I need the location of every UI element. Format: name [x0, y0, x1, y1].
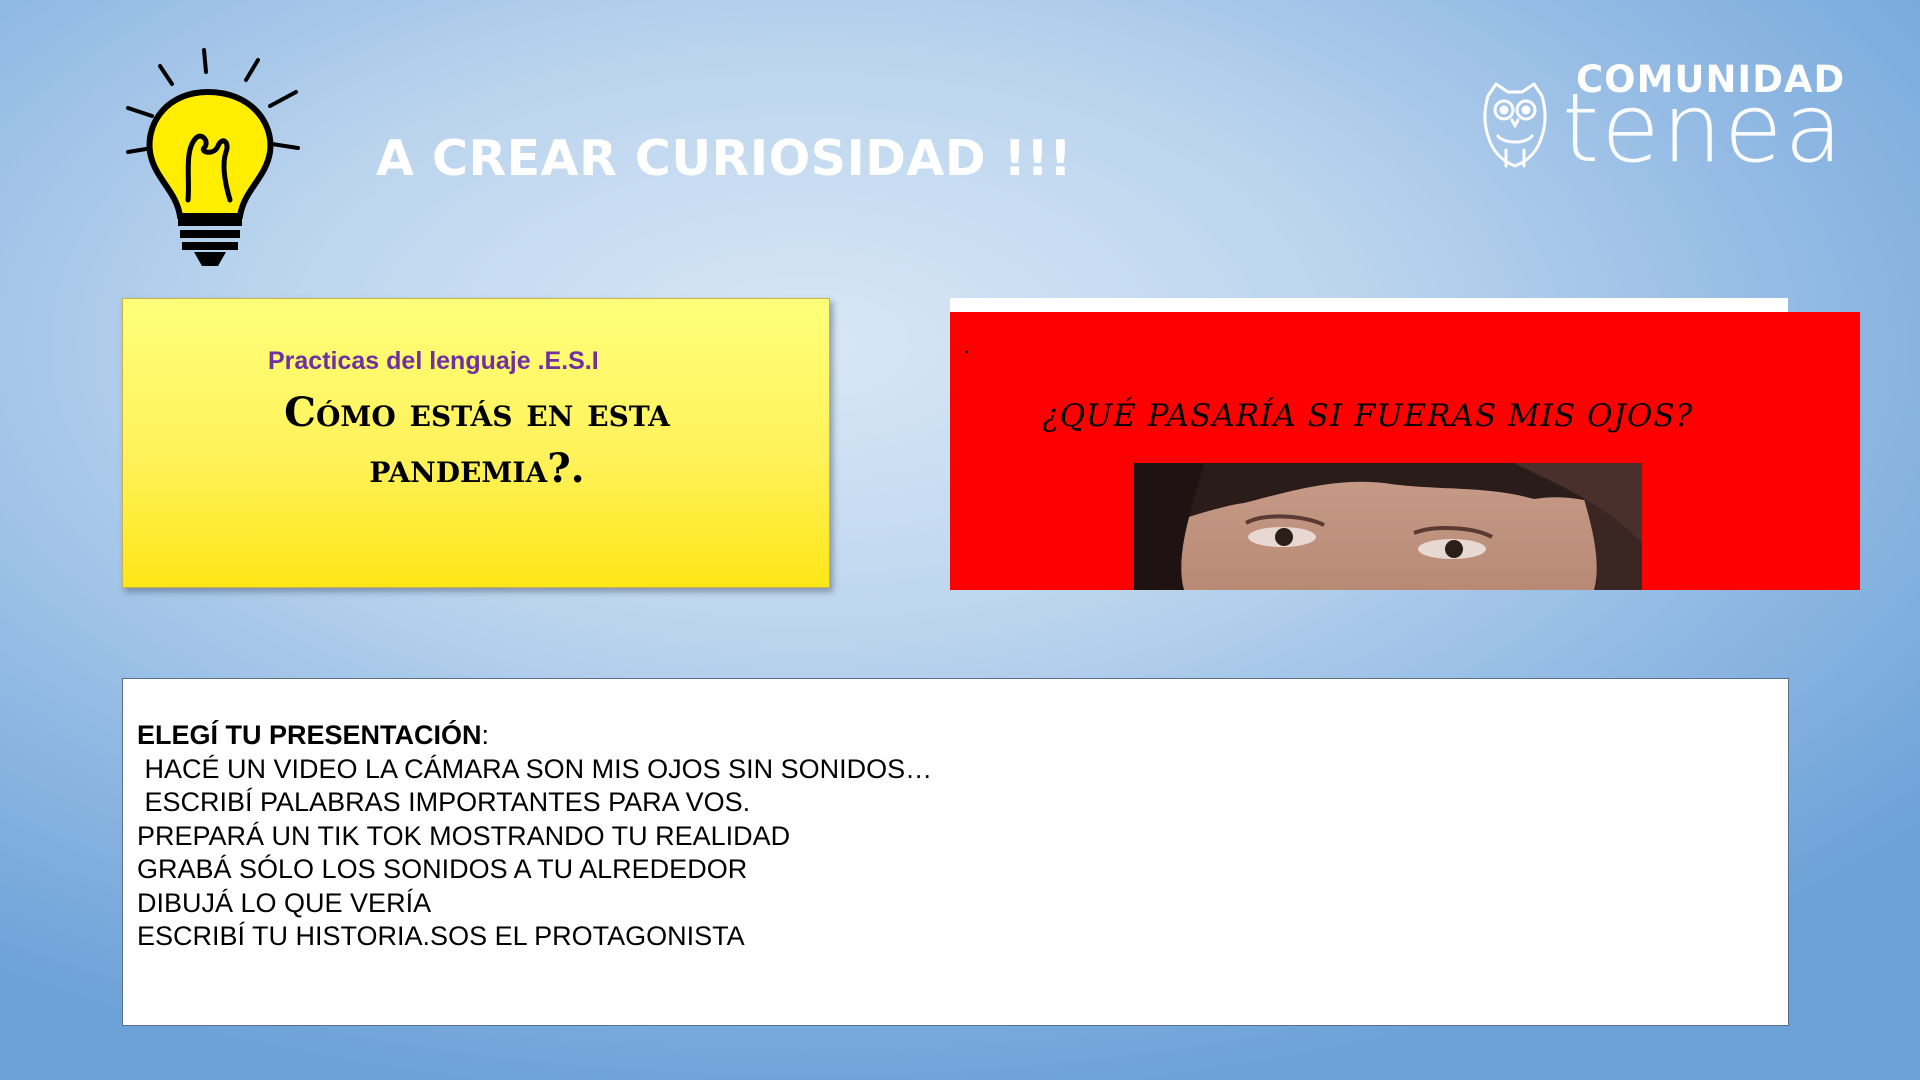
topic-question-line-1: Cómo estás en esta — [284, 389, 670, 436]
stray-dot: . — [964, 336, 970, 358]
presentation-options: ELEGÍ TU PRESENTACIÓN: HACÉ UN VIDEO LA … — [137, 719, 932, 954]
slide-title: A CREAR CURIOSIDAD !!! — [376, 130, 1073, 187]
comunidad-atenea-logo: COMUNIDAD tenea — [1480, 58, 1864, 184]
option-item: GRABÁ SÓLO LOS SONIDOS A TU ALREDEDOR — [137, 854, 748, 884]
topic-card: Practicas del lenguaje .E.S.I Cómo estás… — [122, 298, 830, 588]
eyes-photo — [1134, 463, 1642, 590]
eyes-card: . ¿QUÉ PASARÍA SI FUERAS MIS OJOS? — [950, 312, 1860, 590]
owl-icon — [1483, 82, 1547, 168]
option-item: DIBUJÁ LO QUE VERÍA — [137, 887, 432, 918]
option-item: ESCRIBÍ PALABRAS IMPORTANTES PARA VOS. — [137, 787, 751, 817]
topic-question-line-2: pandemia?. — [369, 445, 585, 492]
subject-label: Practicas del lenguaje .E.S.I — [268, 347, 599, 375]
topic-question: Cómo estás en esta pandemia?. — [123, 385, 831, 497]
option-item: ESCRIBÍ TU HISTORIA.SOS EL PROTAGONISTA — [137, 921, 745, 951]
option-item: PREPARÁ UN TIK TOK MOSTRANDO TU REALIDAD — [137, 820, 791, 851]
presentation-heading: ELEGÍ TU PRESENTACIÓN: — [137, 720, 490, 750]
eyes-photo-image — [1134, 463, 1642, 590]
option-item: HACÉ UN VIDEO LA CÁMARA SON MIS OJOS SIN… — [137, 753, 933, 784]
eyes-question: ¿QUÉ PASARÍA SI FUERAS MIS OJOS? — [1042, 398, 1694, 434]
lightbulb-icon — [126, 48, 300, 266]
logo-tenea-text: tenea — [1562, 74, 1845, 184]
presentation-options-box: ELEGÍ TU PRESENTACIÓN: HACÉ UN VIDEO LA … — [122, 678, 1789, 1026]
